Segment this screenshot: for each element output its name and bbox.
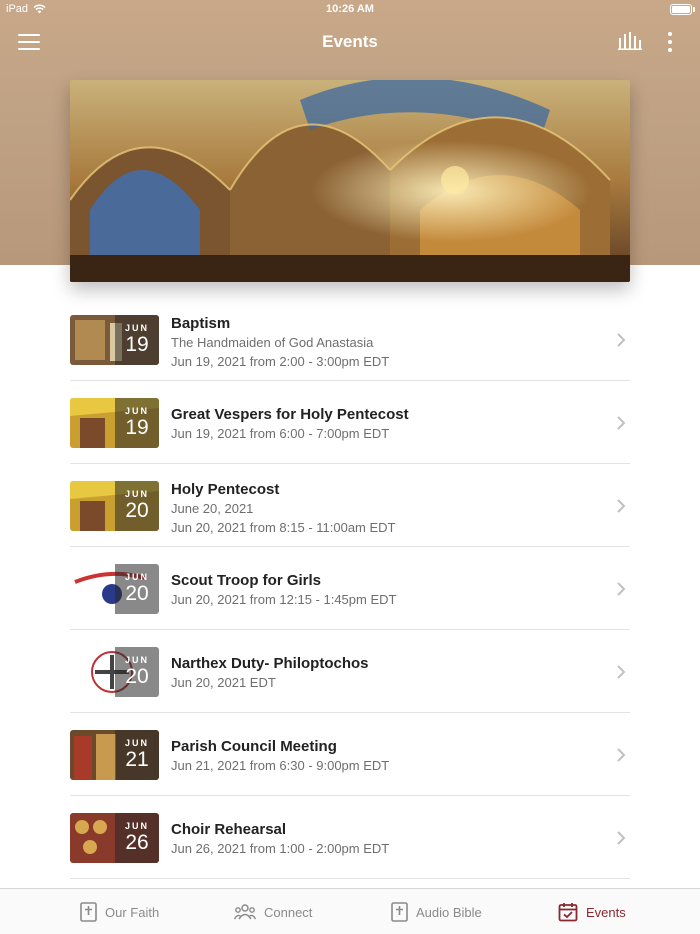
- date-badge: JUN 19: [115, 315, 159, 365]
- tab-events[interactable]: Events: [558, 889, 626, 934]
- event-title: Baptism: [171, 315, 231, 332]
- event-subtitle: The Handmaiden of God Anastasia: [171, 335, 374, 350]
- tab-connect[interactable]: Connect: [234, 889, 312, 934]
- event-time: Jun 20, 2021 EDT: [171, 675, 276, 690]
- event-title: Choir Rehearsal: [171, 821, 287, 838]
- event-title: Holy Pentecost: [171, 481, 280, 498]
- event-time: Jun 19, 2021 from 2:00 - 3:00pm EDT: [171, 354, 390, 369]
- event-thumbnail: JUN 19: [70, 315, 159, 365]
- chevron-right-icon: [617, 665, 626, 679]
- list-item[interactable]: JUN 19 Great Vespers for Holy Pentecost …: [70, 381, 630, 464]
- chevron-right-icon: [617, 748, 626, 762]
- event-time: Jun 20, 2021 from 12:15 - 1:45pm EDT: [171, 592, 397, 607]
- tab-our-faith[interactable]: Our Faith: [80, 889, 159, 934]
- event-thumbnail: JUN 26: [70, 813, 159, 863]
- calendar-check-icon: [558, 903, 578, 922]
- date-badge: JUN 20: [115, 564, 159, 614]
- event-title: Great Vespers for Holy Pentecost: [171, 406, 409, 423]
- chevron-right-icon: [617, 582, 626, 596]
- event-title: Parish Council Meeting: [171, 738, 337, 755]
- date-badge: JUN 20: [115, 481, 159, 531]
- list-item[interactable]: JUN 21 Parish Council Meeting Jun 21, 20…: [70, 713, 630, 796]
- list-item[interactable]: JUN 26 Choir Rehearsal Jun 26, 2021 from…: [70, 796, 630, 879]
- event-thumbnail: JUN 21: [70, 730, 159, 780]
- event-time: Jun 21, 2021 from 6:30 - 9:00pm EDT: [171, 758, 390, 773]
- chevron-right-icon: [617, 499, 626, 513]
- people-group-icon: [234, 904, 256, 920]
- more-vertical-icon[interactable]: [660, 31, 680, 53]
- event-thumbnail: JUN 20: [70, 564, 159, 614]
- status-time: 10:26 AM: [326, 3, 374, 15]
- list-item[interactable]: JUN 20 Holy Pentecost June 20, 2021 Jun …: [70, 464, 630, 547]
- hero-church-image: [70, 80, 630, 282]
- event-title: Scout Troop for Girls: [171, 572, 322, 589]
- event-thumbnail: JUN 20: [70, 647, 159, 697]
- list-item[interactable]: JUN 20 Scout Troop for Girls Jun 20, 202…: [70, 547, 630, 630]
- event-time: Jun 20, 2021 from 8:15 - 11:00am EDT: [171, 520, 396, 535]
- list-item[interactable]: JUN 19 Baptism The Handmaiden of God Ana…: [70, 298, 630, 381]
- event-subtitle: June 20, 2021: [171, 501, 254, 516]
- list-item[interactable]: JUN 20 Narthex Duty- Philoptochos Jun 20…: [70, 630, 630, 713]
- date-badge: JUN 19: [115, 398, 159, 448]
- status-bar: iPad 10:26 AM: [0, 0, 700, 20]
- date-badge: JUN 26: [115, 813, 159, 863]
- bar-chart-icon[interactable]: [618, 32, 642, 50]
- chevron-right-icon: [617, 416, 626, 430]
- bible-cross-icon: [80, 902, 97, 922]
- event-time: Jun 26, 2021 from 1:00 - 2:00pm EDT: [171, 841, 390, 856]
- chevron-right-icon: [617, 831, 626, 845]
- event-title: Narthex Duty- Philoptochos: [171, 655, 369, 672]
- event-time: Jun 19, 2021 from 6:00 - 7:00pm EDT: [171, 426, 390, 441]
- event-thumbnail: JUN 19: [70, 398, 159, 448]
- date-badge: JUN 21: [115, 730, 159, 780]
- event-thumbnail: JUN 20: [70, 481, 159, 531]
- tab-bar: Our Faith Connect Audio Bible Events: [0, 888, 700, 934]
- page-title: Events: [322, 32, 378, 51]
- date-badge: JUN 20: [115, 647, 159, 697]
- tab-audio-bible[interactable]: Audio Bible: [391, 889, 482, 934]
- chevron-right-icon: [617, 333, 626, 347]
- battery-icon: [670, 4, 692, 15]
- navigation-bar: Events: [0, 22, 700, 62]
- events-list: JUN 19 Baptism The Handmaiden of God Ana…: [70, 298, 630, 879]
- bible-cross-icon: [391, 902, 408, 922]
